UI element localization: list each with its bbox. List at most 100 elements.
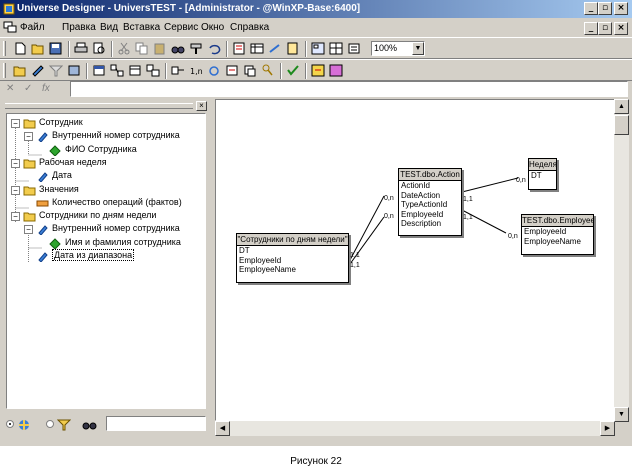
tree-node[interactable]: − Внутренний номер сотрудника [7,223,203,236]
insert-table-icon[interactable] [92,64,106,77]
detect-contexts-icon[interactable] [225,64,239,77]
check-icon[interactable] [286,64,300,77]
cut-icon[interactable] [117,42,131,55]
scroll-left-icon[interactable]: ◀ [215,421,230,436]
detect-cardinalities-icon[interactable]: 1,n [189,64,203,77]
find-icon[interactable] [82,418,98,431]
menu-view[interactable]: Вид [100,22,118,33]
tree-node[interactable]: − Сотрудники по дням недели [7,210,203,223]
table-employee[interactable]: TEST.dbo.Employee EmployeeId EmployeeNam… [521,214,594,255]
cancel-icon[interactable]: ✕ [6,83,14,94]
menu-insert[interactable]: Вставка [123,22,160,33]
paste-icon[interactable] [153,42,167,55]
copy-icon[interactable] [135,42,149,55]
scroll-up-icon[interactable]: ▲ [614,99,629,114]
menu-edit[interactable]: Правка [62,22,96,33]
tree-node[interactable]: − Рабочая неделя [7,157,203,170]
formula-input[interactable] [70,81,628,97]
document-icon[interactable] [3,21,17,34]
insert-derived-table-icon[interactable] [146,64,160,77]
classes-objects-radio[interactable] [6,420,14,428]
table-column[interactable]: DateAction [399,191,461,201]
detect-loops-icon[interactable] [207,64,221,77]
new-icon[interactable] [13,42,27,55]
insert-condition-icon[interactable] [49,64,63,77]
menu-tools[interactable]: Сервис [164,22,198,33]
menu-file[interactable]: Файл [20,22,45,33]
tree-node[interactable]: − Значения [7,184,203,197]
table-column[interactable]: ActionId [399,181,461,191]
format-painter-icon[interactable] [189,42,203,55]
table-column[interactable]: EmployeeName [522,237,593,247]
minimize-button[interactable]: _ [584,2,598,15]
vertical-scrollbar[interactable]: ▲ ▼ [614,99,629,422]
collapse-icon[interactable]: − [11,119,20,128]
list-mode-icon[interactable] [329,42,343,55]
insert-join-icon[interactable] [110,64,124,77]
doc-close-button[interactable]: × [614,22,628,35]
table-column[interactable]: EmployeeId [399,210,461,220]
collapse-icon[interactable]: − [11,158,20,168]
check-integrity-icon[interactable] [286,42,300,55]
view-columns-icon[interactable] [347,42,361,55]
print-icon[interactable] [74,42,88,55]
conditions-radio[interactable] [46,420,54,428]
close-icon[interactable]: × [196,101,207,111]
scroll-right-icon[interactable]: ▶ [600,421,615,436]
save-icon[interactable] [49,42,63,55]
table-column[interactable]: Description [399,219,461,229]
close-button[interactable]: × [614,2,628,15]
insert-alias-icon[interactable] [128,64,142,77]
toolbar-grip[interactable] [3,41,6,56]
find-icon[interactable] [171,42,185,55]
table-column[interactable]: DT [529,171,556,181]
collapse-icon[interactable]: − [24,132,33,142]
collapse-icon[interactable]: − [11,185,20,195]
key-icon[interactable] [261,64,275,77]
arrange-tables-icon[interactable] [311,42,325,55]
insert-object-icon[interactable] [31,64,45,77]
print-preview-icon[interactable] [92,42,106,55]
detect-joins-icon[interactable] [171,64,185,77]
table-browser-icon[interactable] [250,42,264,55]
table-action[interactable]: TEST.dbo.Action ActionId DateAction Type… [398,168,462,236]
tree-node[interactable]: − Внутренний номер сотрудника [7,130,203,143]
tree-node[interactable]: Количество операций (фактов) [7,197,203,210]
scroll-down-icon[interactable]: ▼ [614,407,629,422]
table-week[interactable]: Неделя DT [528,158,557,190]
tree-node[interactable]: − Сотрудник [7,117,203,130]
menu-window[interactable]: Окно [201,22,224,33]
toolbar-grip[interactable] [3,63,6,78]
table-column[interactable]: DT [237,246,348,256]
table-column[interactable]: EmployeeId [522,227,593,237]
refresh-structure-icon[interactable] [311,64,325,77]
tree-node[interactable]: Дата из диапазона [7,249,203,263]
doc-minimize-button[interactable]: _ [584,22,598,35]
collapse-icon[interactable]: − [11,212,20,222]
doc-restore-button[interactable]: ▫ [598,22,612,35]
table-employees-by-weekday[interactable]: "Сотрудники по дням недели" DT EmployeeI… [236,233,349,283]
detect-aliases-icon[interactable] [243,64,257,77]
undo-icon[interactable] [207,42,221,55]
horizontal-scrollbar[interactable]: ◀ ▶ [215,421,615,436]
parameters-icon[interactable] [232,42,246,55]
open-icon[interactable] [31,42,45,55]
table-column[interactable]: TypeActionId [399,200,461,210]
tree-node[interactable]: ФИО Сотрудника [7,144,203,157]
search-input[interactable] [106,416,206,431]
function-icon[interactable]: fx [42,83,50,94]
scroll-thumb[interactable] [614,115,629,135]
zoom-select[interactable]: 100% ▼ [371,41,425,56]
join-icon[interactable] [268,42,282,55]
validate-icon[interactable]: ✓ [24,83,32,94]
tree-node[interactable]: Дата [7,170,203,183]
structure-pane[interactable]: "Сотрудники по дням недели" DT EmployeeI… [215,99,615,421]
edit-icon[interactable] [67,64,81,77]
contexts-icon[interactable] [329,64,343,77]
pane-grip[interactable] [5,103,193,109]
chevron-down-icon[interactable]: ▼ [412,42,424,55]
insert-class-icon[interactable] [13,64,27,77]
table-column[interactable]: EmployeeId [237,256,348,266]
tree-node[interactable]: Имя и фамилия сотрудника [7,237,203,250]
table-column[interactable]: EmployeeName [237,265,348,275]
